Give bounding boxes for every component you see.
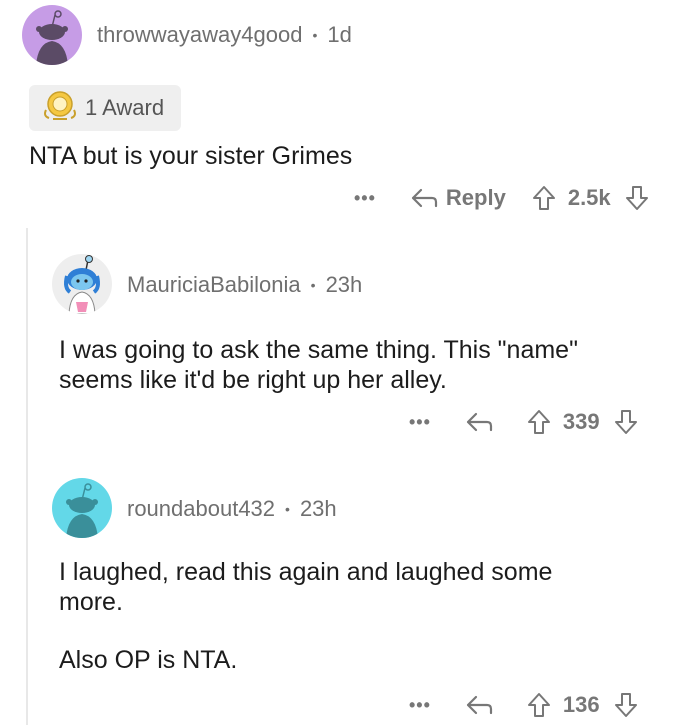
- reply-arrow-icon: [466, 412, 493, 432]
- more-options-icon[interactable]: •••: [409, 695, 431, 716]
- reply-button[interactable]: Reply: [410, 185, 506, 211]
- upvote-arrow-icon: [527, 410, 550, 434]
- comment-text-line: seems like it'd be right up her alley.: [59, 366, 447, 394]
- comment-body: I was going to ask the same thing. This …: [59, 335, 578, 395]
- upvote-button[interactable]: [527, 409, 551, 435]
- separator-dot: •: [310, 277, 316, 293]
- custom-snoo-avatar-icon: [64, 255, 100, 314]
- comment-body: I laughed, read this again and laughed s…: [59, 557, 552, 675]
- avatar[interactable]: [52, 478, 112, 538]
- downvote-button[interactable]: [614, 409, 638, 435]
- comment-actions: ••• 339: [409, 407, 638, 437]
- upvote-button[interactable]: [527, 692, 551, 718]
- award-badge[interactable]: 1 Award: [29, 85, 181, 131]
- reply-label: Reply: [445, 185, 506, 210]
- separator-dot: •: [285, 501, 290, 517]
- timestamp: 1d: [327, 22, 352, 47]
- award-medal-icon: [41, 88, 79, 128]
- timestamp: 23h: [299, 496, 337, 521]
- comment-text-line: Also OP is NTA.: [59, 646, 238, 674]
- timestamp: 23h: [325, 272, 363, 297]
- username[interactable]: throwwayaway4good: [97, 22, 302, 48]
- thread-line[interactable]: [26, 228, 28, 725]
- upvote-arrow-icon: [527, 693, 550, 717]
- award-label: 1 Award: [85, 95, 165, 120]
- comment-meta: throwwayaway4good • 1d: [97, 20, 352, 50]
- more-options-icon[interactable]: •••: [354, 188, 376, 209]
- vote-score: 136: [562, 692, 600, 717]
- snoo-avatar-icon: [66, 483, 98, 538]
- vote-score: 339: [562, 409, 600, 434]
- downvote-button[interactable]: [625, 185, 649, 211]
- reply-button[interactable]: [465, 694, 493, 716]
- comment-text-line: I was going to ask the same thing. This …: [59, 336, 578, 364]
- comment-meta: MauriciaBabilonia • 23h: [127, 270, 362, 300]
- downvote-button[interactable]: [614, 692, 638, 718]
- reply-arrow-icon: [466, 695, 493, 715]
- username[interactable]: roundabout432: [127, 496, 275, 522]
- comment-text-line: more.: [59, 588, 123, 616]
- avatar[interactable]: [52, 254, 112, 314]
- upvote-button[interactable]: [532, 185, 556, 211]
- separator-dot: •: [312, 27, 318, 43]
- avatar[interactable]: [22, 5, 82, 65]
- reply-arrow-icon: [411, 188, 438, 208]
- downvote-arrow-icon: [625, 186, 648, 210]
- comment-actions: ••• Reply 2.5k: [354, 183, 649, 213]
- comment-meta: roundabout432 • 23h: [127, 494, 337, 524]
- vote-score: 2.5k: [567, 185, 611, 210]
- comment-body: NTA but is your sister Grimes: [29, 141, 352, 171]
- comment-text-line: NTA but is your sister Grimes: [29, 142, 353, 170]
- reply-button[interactable]: [465, 411, 493, 433]
- upvote-arrow-icon: [532, 186, 555, 210]
- more-options-icon[interactable]: •••: [409, 412, 431, 433]
- username[interactable]: MauriciaBabilonia: [127, 272, 301, 298]
- comment-text-line: I laughed, read this again and laughed s…: [59, 558, 553, 586]
- comment-actions: ••• 136: [409, 690, 638, 720]
- snoo-avatar-icon: [36, 10, 68, 65]
- downvote-arrow-icon: [614, 410, 637, 434]
- downvote-arrow-icon: [614, 693, 637, 717]
